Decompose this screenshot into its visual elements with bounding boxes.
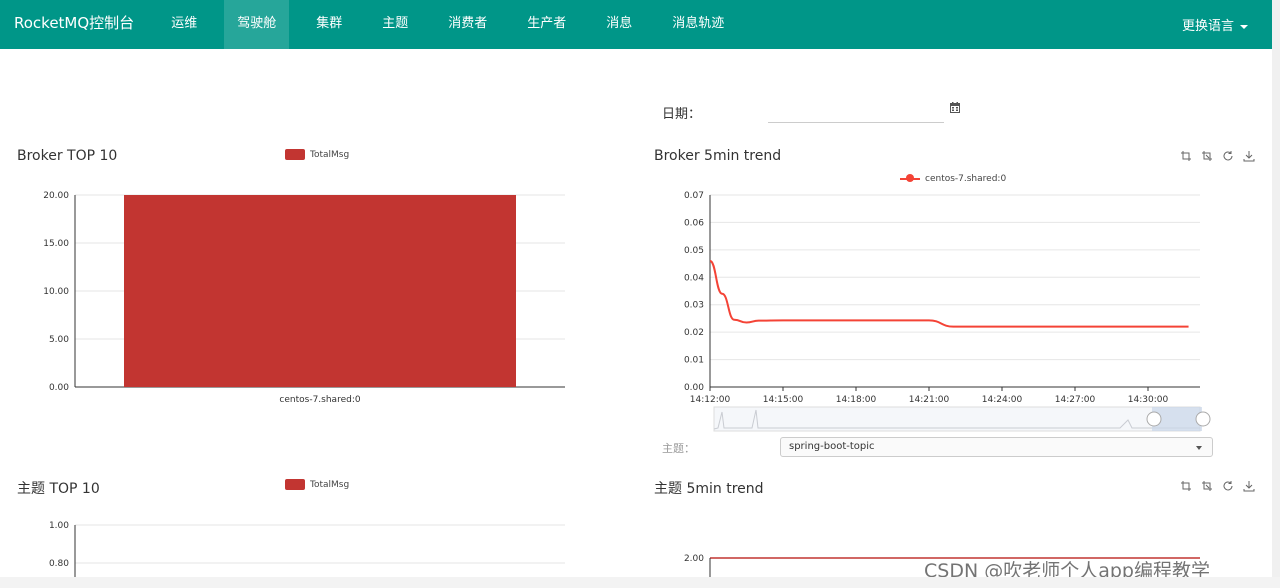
y-tick-label: 0.07: [684, 191, 704, 201]
nav-item-message[interactable]: 消息: [593, 0, 645, 49]
nav-item-topic[interactable]: 主题: [369, 0, 421, 49]
broker-top-legend[interactable]: TotalMsg: [285, 149, 349, 160]
datazoom-window: [1152, 407, 1202, 431]
nav-item-ops[interactable]: 运维: [158, 0, 210, 49]
y-tick-label: 0.05: [684, 246, 704, 256]
y-tick-label: 2.00: [684, 554, 704, 564]
date-input[interactable]: [768, 100, 944, 123]
topic-label: 主题：: [662, 442, 695, 455]
x-tick-label: 14:18:00: [836, 395, 877, 405]
restore-icon[interactable]: [1222, 150, 1234, 162]
nav-item-consumer[interactable]: 消费者: [435, 0, 500, 49]
y-tick-label: 10.00: [43, 287, 69, 297]
nav-item-cluster[interactable]: 集群: [303, 0, 355, 49]
broker-trend-title: Broker 5min trend: [654, 148, 782, 164]
datazoom-handle-left: [1146, 411, 1162, 427]
datazoom-preview: [713, 409, 1200, 430]
datazoom-track: [713, 406, 1201, 432]
x-tick-label: centos-7.shared:0: [279, 395, 360, 405]
zoom-icon[interactable]: [1180, 150, 1192, 162]
topic-select[interactable]: spring-boot-topic: [780, 437, 1213, 457]
y-tick-label: 0.00: [49, 383, 69, 393]
topic-trend-title: 主题 5min trend: [654, 481, 764, 497]
y-tick-label: 5.00: [49, 335, 69, 345]
legend-swatch: [285, 479, 305, 490]
broker-trend-legend[interactable]: centos-7.shared:0: [900, 173, 1006, 184]
download-icon[interactable]: [1243, 480, 1255, 492]
caret-down-icon: [1240, 24, 1248, 29]
language-dropdown[interactable]: 更换语言: [1182, 15, 1272, 34]
nav-item-producer[interactable]: 生产者: [514, 0, 579, 49]
y-tick-label: 0.03: [684, 301, 704, 311]
zoom-icon[interactable]: [1180, 480, 1192, 492]
topic-top-title: 主题 TOP 10: [17, 481, 100, 497]
y-tick-label: 0.00: [684, 383, 704, 393]
top-navbar: RocketMQ控制台 运维 驾驶舱 集群 主题 消费者 生产者 消息 消息轨迹…: [0, 0, 1272, 49]
y-tick-label: 0.80: [49, 559, 69, 569]
x-tick-label: 14:24:00: [982, 395, 1023, 405]
download-icon[interactable]: [1243, 150, 1255, 162]
y-tick-label: 0.01: [684, 356, 704, 366]
legend-swatch: [900, 173, 920, 184]
language-label: 更换语言: [1181, 19, 1234, 34]
calendar-icon[interactable]: [950, 102, 960, 113]
date-label: 日期：: [662, 107, 702, 122]
topic-select-value: spring-boot-topic: [789, 441, 875, 452]
x-tick-label: 14:27:00: [1055, 395, 1096, 405]
broker-trend-toolbox: [1171, 150, 1255, 162]
x-tick-label: 14:12:00: [690, 395, 731, 405]
y-tick-label: 0.06: [684, 218, 704, 228]
broker-top-title: Broker TOP 10: [17, 148, 118, 164]
nav-item-message-trace[interactable]: 消息轨迹: [659, 0, 737, 49]
topic-top-legend[interactable]: TotalMsg: [285, 479, 349, 490]
y-tick-label: 0.04: [684, 273, 704, 283]
brand-title[interactable]: RocketMQ控制台: [0, 0, 158, 49]
datazoom-handle-right: [1195, 411, 1211, 427]
window-edge: [0, 577, 1280, 588]
zoom-reset-icon[interactable]: [1201, 480, 1213, 492]
y-tick-label: 15.00: [43, 239, 69, 249]
y-tick-label: 0.02: [684, 328, 704, 338]
bar: [124, 195, 516, 387]
y-tick-label: 1.00: [49, 521, 69, 531]
x-tick-label: 14:21:00: [909, 395, 950, 405]
topic-trend-toolbox: [1171, 480, 1255, 492]
legend-label: TotalMsg: [310, 479, 350, 490]
series-line: [709, 259, 1189, 328]
restore-icon[interactable]: [1222, 480, 1234, 492]
x-tick-label: 14:15:00: [763, 395, 804, 405]
zoom-reset-icon[interactable]: [1201, 150, 1213, 162]
window-edge: [1272, 0, 1280, 588]
chevron-down-icon: [1196, 446, 1202, 450]
y-tick-label: 20.00: [43, 191, 69, 201]
legend-label: centos-7.shared:0: [925, 173, 1007, 184]
legend-label: TotalMsg: [310, 149, 350, 160]
charts-canvas: 0.00 5.00 10.00 15.00 20.00 centos-7.shared:0…: [43, 191, 1211, 577]
legend-swatch: [285, 149, 305, 160]
nav-item-dashboard[interactable]: 驾驶舱: [224, 0, 290, 49]
x-tick-label: 14:30:00: [1128, 395, 1169, 405]
